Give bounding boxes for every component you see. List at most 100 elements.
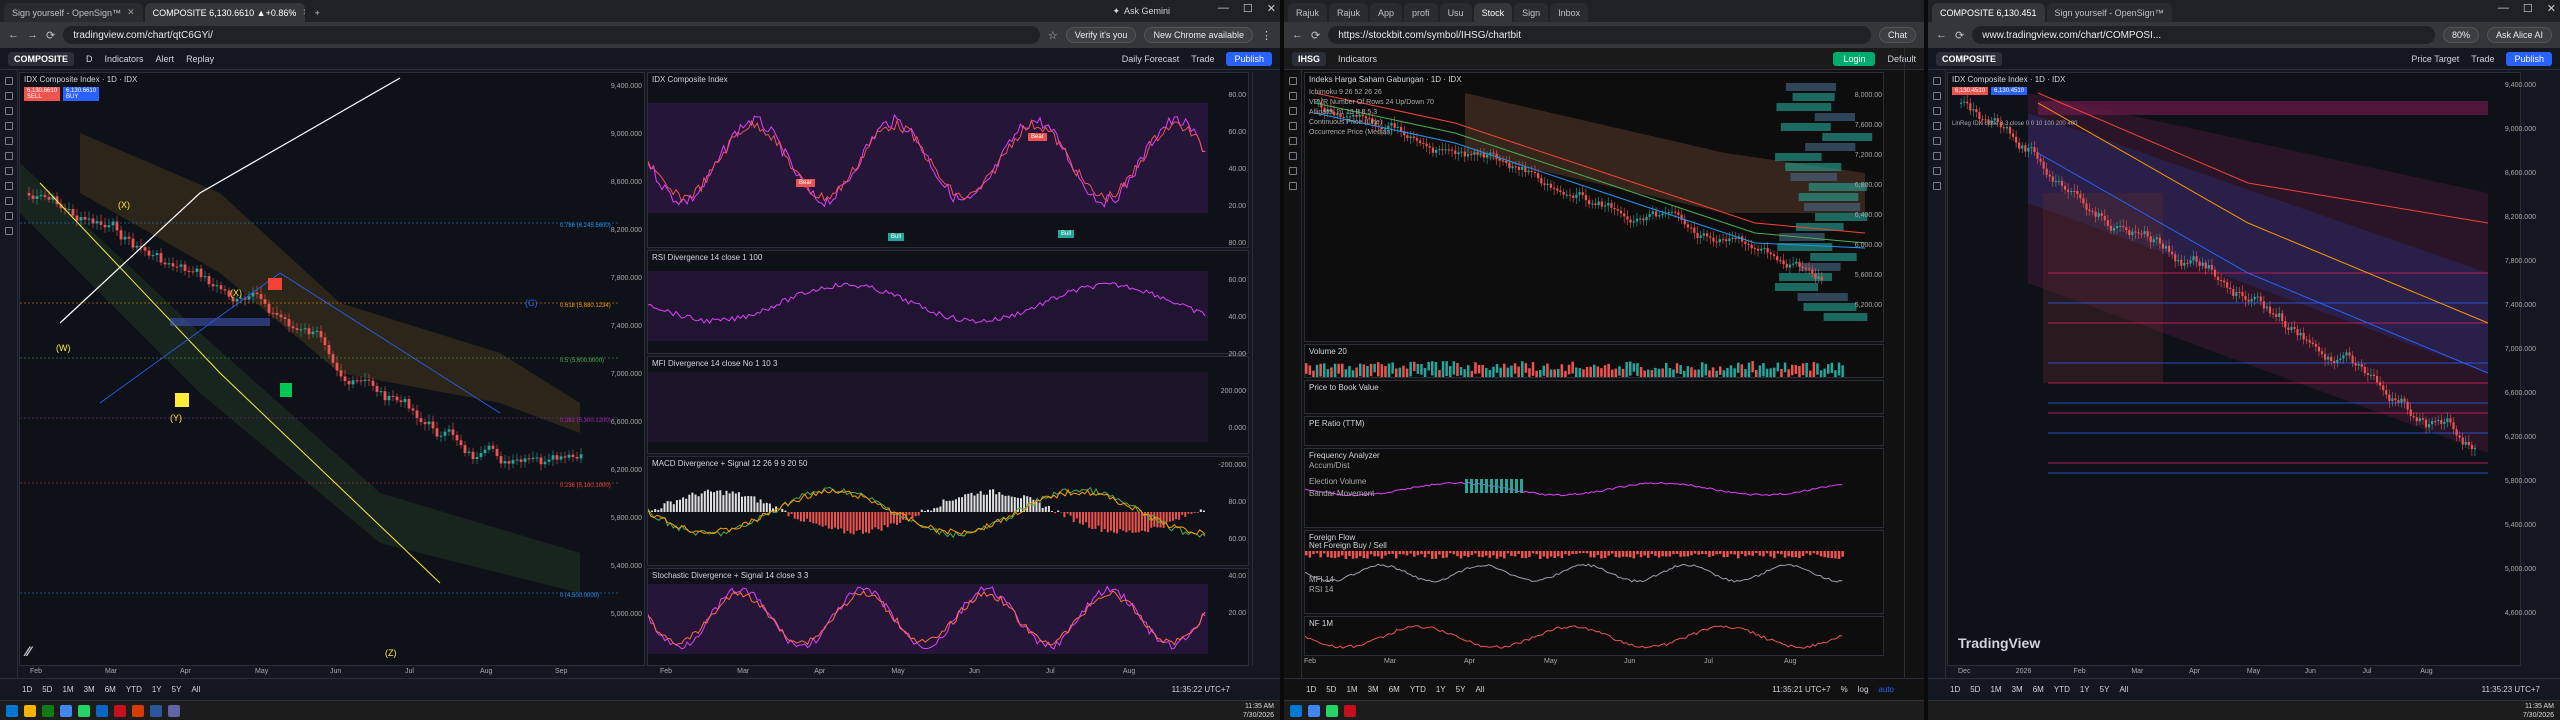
tab-opensign[interactable]: Sign yourself - OpenSign™	[2046, 3, 2172, 22]
zoom-icon[interactable]	[1288, 152, 1297, 160]
magnet-icon[interactable]	[4, 182, 13, 190]
reload-icon[interactable]: ⟳	[1955, 29, 1964, 42]
indicators-button[interactable]: Indicators	[105, 54, 144, 64]
cursor-icon[interactable]	[4, 77, 13, 85]
measure-icon[interactable]	[4, 152, 13, 160]
close-icon[interactable]: ✕	[127, 7, 135, 18]
new-tab-button[interactable]: +	[307, 3, 328, 22]
rsi-divergence-pane[interactable]: RSI Divergence 14 close 1 100	[647, 250, 1249, 354]
minimize-icon[interactable]: —	[2498, 2, 2509, 15]
price-axis[interactable]: 8,000.00 7,600.00 7,200.00 6,800.00 6,400.00…	[1844, 72, 1884, 342]
period-button[interactable]: 1M	[1346, 685, 1357, 694]
main-price-chart[interactable]: IDX Composite Index · 1D · IDX LinReg ID…	[1947, 72, 2521, 666]
pattern-icon[interactable]	[1932, 122, 1941, 130]
period-button[interactable]: 1D	[1950, 685, 1960, 694]
period-button[interactable]: 3M	[84, 685, 95, 694]
close-window-icon[interactable]: ✕	[1267, 2, 1276, 15]
system-clock[interactable]: 11:35 AM 7/30/2026	[1243, 702, 1274, 720]
new-chrome-button[interactable]: New Chrome available	[1144, 27, 1253, 43]
buy-button[interactable]: 6,130.6610 BUY	[63, 87, 100, 101]
period-button[interactable]: All	[2119, 685, 2128, 694]
stockbit-price-chart[interactable]: Indeks Harga Saham Gabungan · 1D · IDX I…	[1304, 72, 1884, 342]
system-clock[interactable]: 11:35 AM 7/30/2026	[2523, 702, 2554, 720]
fib-icon[interactable]	[1932, 107, 1941, 115]
windows-start-icon[interactable]	[6, 704, 18, 717]
price-axis[interactable]: 9,400.000 9,000.000 8,600.000 8,200.000 7,80…	[2492, 72, 2538, 666]
tab-inbox[interactable]: Inbox	[1550, 3, 1589, 22]
ask-gemini-button[interactable]: ✦ Ask Gemini	[1112, 6, 1170, 17]
back-icon[interactable]: ←	[1292, 29, 1303, 41]
close-icon[interactable]: ✕	[302, 7, 304, 18]
trash-icon[interactable]	[1932, 182, 1941, 190]
url-field[interactable]: https://stockbit.com/symbol/IHSG/chartbi…	[1328, 26, 1871, 44]
period-button[interactable]: 5D	[42, 685, 52, 694]
period-button[interactable]: 3M	[1368, 685, 1379, 694]
period-button[interactable]: 1D	[22, 685, 32, 694]
rsi-pane[interactable]: IDX Composite Index Bear Bear Bull Bull	[647, 72, 1249, 248]
indicator-axis[interactable]: 80.00 60.00 40.00 20.00 80.00 60.00 40.00 20.00…	[1212, 72, 1248, 666]
ask-alice-button[interactable]: Ask Alice AI	[2486, 27, 2552, 43]
forward-icon[interactable]: →	[27, 29, 38, 41]
period-button[interactable]: All	[1475, 685, 1484, 694]
text-icon[interactable]	[4, 137, 13, 145]
maximize-icon[interactable]: ☐	[1243, 2, 1253, 15]
period-button[interactable]: 1Y	[152, 685, 162, 694]
back-icon[interactable]: ←	[1936, 29, 1947, 41]
foreign-flow-pane[interactable]: Foreign Flow Net Foreign Buy / Sell MFI …	[1304, 530, 1884, 614]
period-button[interactable]: 5Y	[172, 685, 182, 694]
whatsapp-icon[interactable]	[1326, 704, 1338, 717]
period-button[interactable]: All	[191, 685, 200, 694]
tab-opensign[interactable]: Sign yourself - OpenSign™ ✕	[4, 3, 143, 22]
tab-app[interactable]: App	[1370, 3, 1403, 22]
period-button[interactable]: 5Y	[1456, 685, 1466, 694]
period-button[interactable]: 1Y	[2080, 685, 2090, 694]
tab-usu[interactable]: Usu	[1439, 3, 1472, 22]
minimize-icon[interactable]: —	[1218, 2, 1229, 15]
trash-icon[interactable]	[1288, 182, 1297, 190]
chrome-icon[interactable]	[1308, 704, 1320, 717]
buy-button[interactable]: 6,130.4510	[1991, 87, 2028, 95]
menu-icon[interactable]: ⋮	[1261, 29, 1272, 42]
windows-start-icon[interactable]	[1290, 704, 1302, 717]
price-axis[interactable]: 9,400.000 9,000.000 8,600.000 8,200.000 7,80…	[608, 73, 644, 665]
whatsapp-icon[interactable]	[78, 704, 90, 717]
tab-profi[interactable]: profi	[1404, 3, 1438, 22]
pe-pane[interactable]: PE Ratio (TTM)	[1304, 416, 1884, 446]
yahoo-icon[interactable]	[1344, 704, 1356, 717]
period-button[interactable]: 1Y	[1436, 685, 1446, 694]
period-button[interactable]: 5D	[1970, 685, 1980, 694]
log-toggle[interactable]: log	[1858, 685, 1869, 694]
main-price-chart[interactable]: IDX Composite Index · 1D · IDX 6,130.661…	[19, 72, 645, 666]
reload-icon[interactable]: ⟳	[46, 29, 55, 42]
indicators-button[interactable]: Indicators	[1338, 54, 1377, 64]
chrome-icon[interactable]	[60, 704, 72, 717]
zoom-icon[interactable]	[1932, 167, 1941, 175]
daily-forecast-button[interactable]: Daily Forecast	[1122, 54, 1180, 64]
teams-icon[interactable]	[168, 704, 180, 717]
trade-button[interactable]: Trade	[2471, 54, 2494, 64]
publish-button[interactable]: Publish	[2506, 51, 2552, 66]
period-button[interactable]: YTD	[126, 685, 142, 694]
fib-icon[interactable]	[1288, 107, 1297, 115]
period-button[interactable]: 5D	[1326, 685, 1336, 694]
period-button[interactable]: 6M	[2033, 685, 2044, 694]
volume-pane[interactable]: Volume 20	[1304, 344, 1884, 378]
period-button[interactable]: 6M	[1389, 685, 1400, 694]
measure-icon[interactable]	[1932, 152, 1941, 160]
text-icon[interactable]	[1932, 137, 1941, 145]
period-button[interactable]: 1M	[1990, 685, 2001, 694]
fib-icon[interactable]	[4, 107, 13, 115]
period-button[interactable]: 6M	[105, 685, 116, 694]
excel-icon[interactable]	[42, 704, 54, 717]
symbol-search[interactable]: COMPOSITE	[8, 51, 75, 66]
frequency-pane[interactable]: Frequency Analyzer Accum/Dist Election V…	[1304, 448, 1884, 528]
zoom-icon[interactable]	[4, 167, 13, 175]
publish-button[interactable]: Publish	[1226, 51, 1272, 66]
verify-button[interactable]: Verify it's you	[1065, 27, 1137, 43]
star-icon[interactable]: ☆	[1048, 29, 1058, 42]
lock-icon[interactable]	[4, 197, 13, 205]
stoch-pane[interactable]: Stochastic Divergence + Signal 14 close …	[647, 568, 1249, 666]
trendline-icon[interactable]	[1288, 92, 1297, 100]
text-icon[interactable]	[1288, 122, 1297, 130]
percent-toggle[interactable]: %	[1841, 685, 1848, 694]
